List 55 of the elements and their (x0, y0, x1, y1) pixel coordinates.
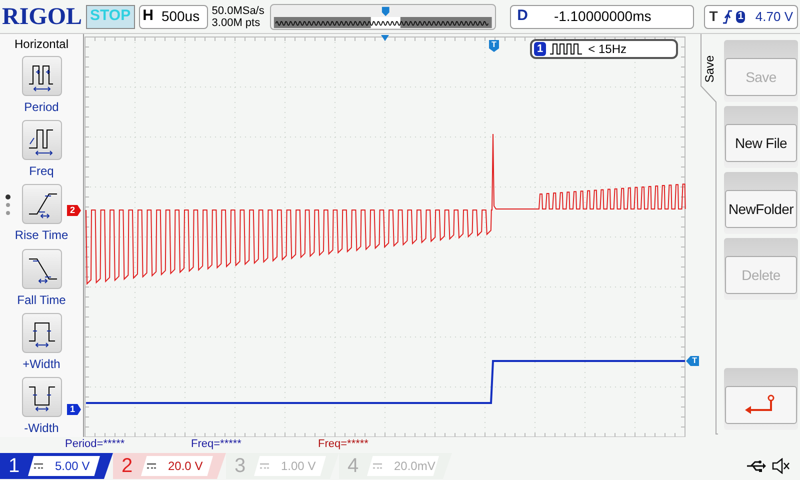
channel-scale: 20.0 V (168, 458, 203, 475)
page-indicator-icon (4, 194, 11, 216)
channel-number: 1 (7, 454, 21, 478)
menu-item-label: +Width (22, 356, 60, 372)
pulse-train-icon (550, 43, 584, 55)
menu-item-button[interactable] (22, 312, 62, 353)
channel-number: 4 (346, 454, 360, 478)
menu-item-label: Rise Time (14, 227, 68, 244)
channel-badge: 1 (534, 42, 546, 56)
usb-icon (746, 460, 766, 472)
menu-item-button[interactable] (22, 120, 62, 160)
menu-button[interactable]: NewFolder (725, 190, 797, 228)
dc-coupling-icon (34, 463, 43, 469)
memory-depth: 3.00M pts (212, 16, 262, 28)
menu-item-label: Fall Time (17, 292, 66, 308)
channel-marker[interactable]: 2 (67, 205, 82, 216)
dc-coupling-icon (373, 463, 382, 469)
menu-button[interactable]: New File (725, 124, 797, 162)
run-status: STOP (86, 4, 135, 28)
dc-coupling-icon (260, 463, 269, 469)
trigger-level-marker[interactable]: T (686, 356, 699, 366)
trigger-position-marker[interactable]: T (489, 40, 499, 52)
measurement-readout: Period=***** (65, 437, 125, 451)
menu-item-button[interactable] (22, 56, 62, 96)
channel-number: 3 (233, 454, 247, 478)
delay-label: D (517, 6, 528, 26)
trigger-level: 4.70 V (755, 8, 793, 26)
menu-item-label: Freq (29, 163, 54, 180)
channel-number: 2 (120, 454, 134, 478)
trigger-source: 1 (736, 10, 746, 22)
trigger-delay-marker (381, 35, 389, 41)
measurement-readout: Freq=***** (191, 437, 242, 451)
menu-item-button[interactable] (22, 376, 62, 417)
frequency-reading: < 15Hz (588, 41, 626, 58)
rising-edge-icon (722, 10, 732, 24)
channel-scale: 5.00 V (55, 458, 90, 475)
delay-value: -1.10000000ms (554, 7, 652, 26)
logo: RIGOL (2, 4, 82, 28)
back-button[interactable] (725, 386, 797, 424)
timebase-label: H (142, 6, 154, 26)
menu-item-label: Period (24, 99, 59, 115)
mute-icon (772, 458, 790, 474)
measurement-readout: Freq=***** (318, 437, 368, 451)
sample-rate: 50.0MSa/s (212, 4, 264, 16)
channel-marker[interactable]: 1 (67, 404, 82, 415)
timebase-value: 500us (161, 7, 200, 26)
menu-title: Save (702, 55, 718, 83)
menu-item-button[interactable] (22, 184, 62, 224)
dc-coupling-icon (147, 463, 156, 469)
menu-item-label: -Width (24, 420, 59, 436)
menu-item-button[interactable] (22, 248, 62, 289)
menu-title: Horizontal (14, 36, 69, 52)
channel-scale: 20.0mV (394, 458, 436, 475)
trigger-label: T (709, 7, 718, 26)
channel-scale: 1.00 V (281, 458, 316, 475)
